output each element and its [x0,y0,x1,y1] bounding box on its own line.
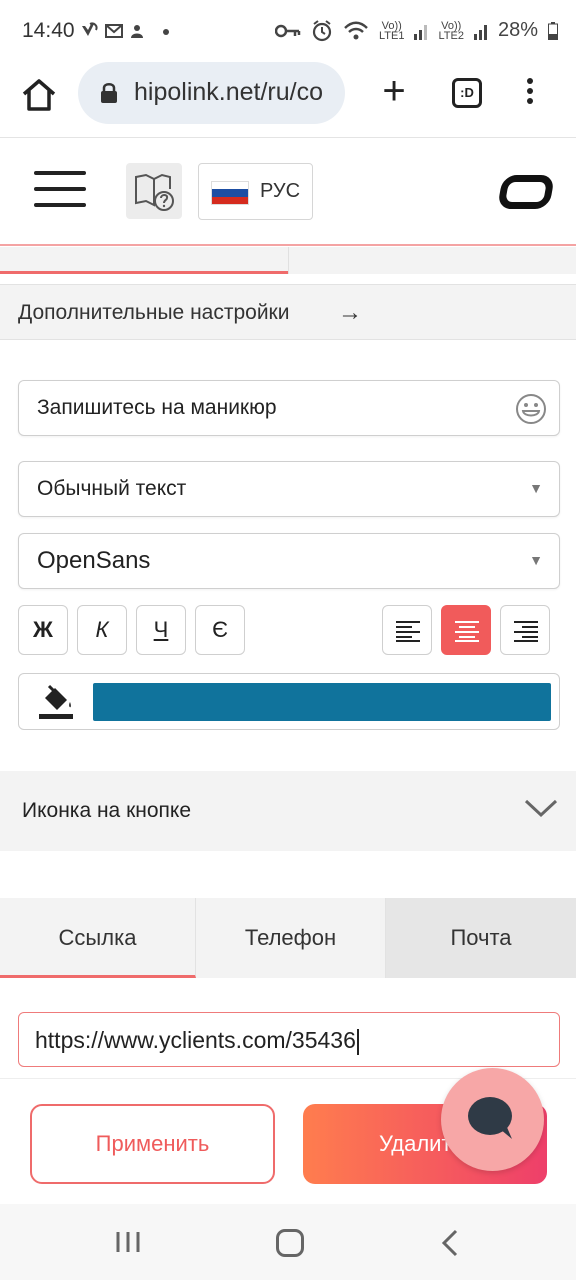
chevron-down-icon [524,799,558,818]
align-left-button[interactable] [382,605,432,655]
browser-toolbar: hipolink.net/ru/co + :D [0,62,576,138]
more-menu-icon[interactable] [520,74,540,110]
address-bar[interactable]: hipolink.net/ru/co [78,62,345,124]
align-right-icon [514,621,538,642]
tab-divider [288,247,289,274]
hipolink-logo [497,175,555,209]
volte2-label: Vo)) LTE2 [438,19,464,42]
new-tab-plus-icon[interactable]: + [376,71,412,111]
button-text-input[interactable]: Запишитесь на маникюр [18,380,560,436]
align-center-button[interactable] [441,605,491,655]
signal1-icon [414,24,428,40]
color-swatch[interactable] [93,683,551,721]
wifi-icon [344,21,368,39]
advanced-settings-label: Дополнительные настройки [18,301,290,324]
font-select[interactable]: OpenSans ▼ [18,533,560,589]
apply-button[interactable]: Применить [30,1104,275,1184]
notification-icons-glyphs [82,22,169,38]
hamburger-menu-icon[interactable] [34,171,86,209]
home-icon[interactable] [20,76,58,114]
advanced-settings-link[interactable]: Дополнительные настройки → [0,284,576,340]
signal2-icon [473,24,487,40]
text-style-select[interactable]: Обычный текст ▼ [18,461,560,517]
link-url-value: https://www.yclients.com/35436 [35,1027,359,1055]
button-text-value: Запишитесь на маникюр [37,396,277,419]
alarm-icon [312,19,332,41]
notification-icons [80,20,190,47]
chat-fab-button[interactable] [441,1068,544,1171]
paint-bucket-icon [39,684,73,719]
section-tab-strip [0,247,576,274]
link-type-tabs: Ссылка Телефон Почта [0,898,576,978]
recent-apps-icon[interactable] [114,1230,142,1254]
status-time: 14:40 [22,19,75,42]
section-tab-active[interactable] [0,247,288,274]
bold-button[interactable]: Ж [18,605,68,655]
language-selector[interactable]: РУС [198,163,313,220]
arrow-right-icon: → [338,299,362,326]
language-label: РУС [260,180,301,202]
tab-switcher-button[interactable]: :D [452,78,482,108]
underline-button[interactable]: Ч [136,605,186,655]
align-right-button[interactable] [500,605,550,655]
lock-icon [101,83,117,103]
button-icon-accordion[interactable]: Иконка на кнопке [0,771,576,851]
battery-percent: 28% [497,19,538,41]
font-value: OpenSans [37,547,151,574]
tab-link[interactable]: Ссылка [0,898,196,978]
tab-phone[interactable]: Телефон [196,898,386,978]
app-header: РУС [0,139,576,246]
help-book-icon [135,173,174,211]
status-bar: 14:40 Vo)) LTE1 Vo)) LTE2 28% [0,0,576,62]
volte1-label: Vo)) LTE1 [379,19,405,42]
strikethrough-button[interactable]: Є [195,605,245,655]
align-left-icon [396,621,420,642]
system-nav-bar [0,1204,576,1280]
button-icon-label: Иконка на кнопке [22,799,192,822]
help-book-button[interactable] [126,163,182,219]
align-center-icon [455,621,479,642]
emoji-icon[interactable] [515,393,547,425]
link-url-input[interactable]: https://www.yclients.com/35436 [18,1012,560,1067]
text-style-value: Обычный текст [37,477,187,500]
key-icon [275,24,301,37]
url-text: hipolink.net/ru/co [134,78,324,106]
italic-button[interactable]: К [77,605,127,655]
text-cursor [356,1028,359,1055]
dropdown-caret-icon: ▼ [529,552,543,568]
russia-flag-icon [211,181,249,205]
chat-bubble-icon [468,1097,512,1139]
dropdown-caret-icon: ▼ [529,480,543,496]
text-color-picker[interactable] [18,673,560,730]
tab-email[interactable]: Почта [386,898,576,978]
link-url-text: https://www.yclients.com/35436 [35,1027,356,1053]
status-right: Vo)) LTE1 Vo)) LTE2 28% [275,19,558,42]
battery-icon [548,21,558,40]
back-icon[interactable] [440,1228,460,1258]
home-nav-icon[interactable] [276,1229,304,1257]
